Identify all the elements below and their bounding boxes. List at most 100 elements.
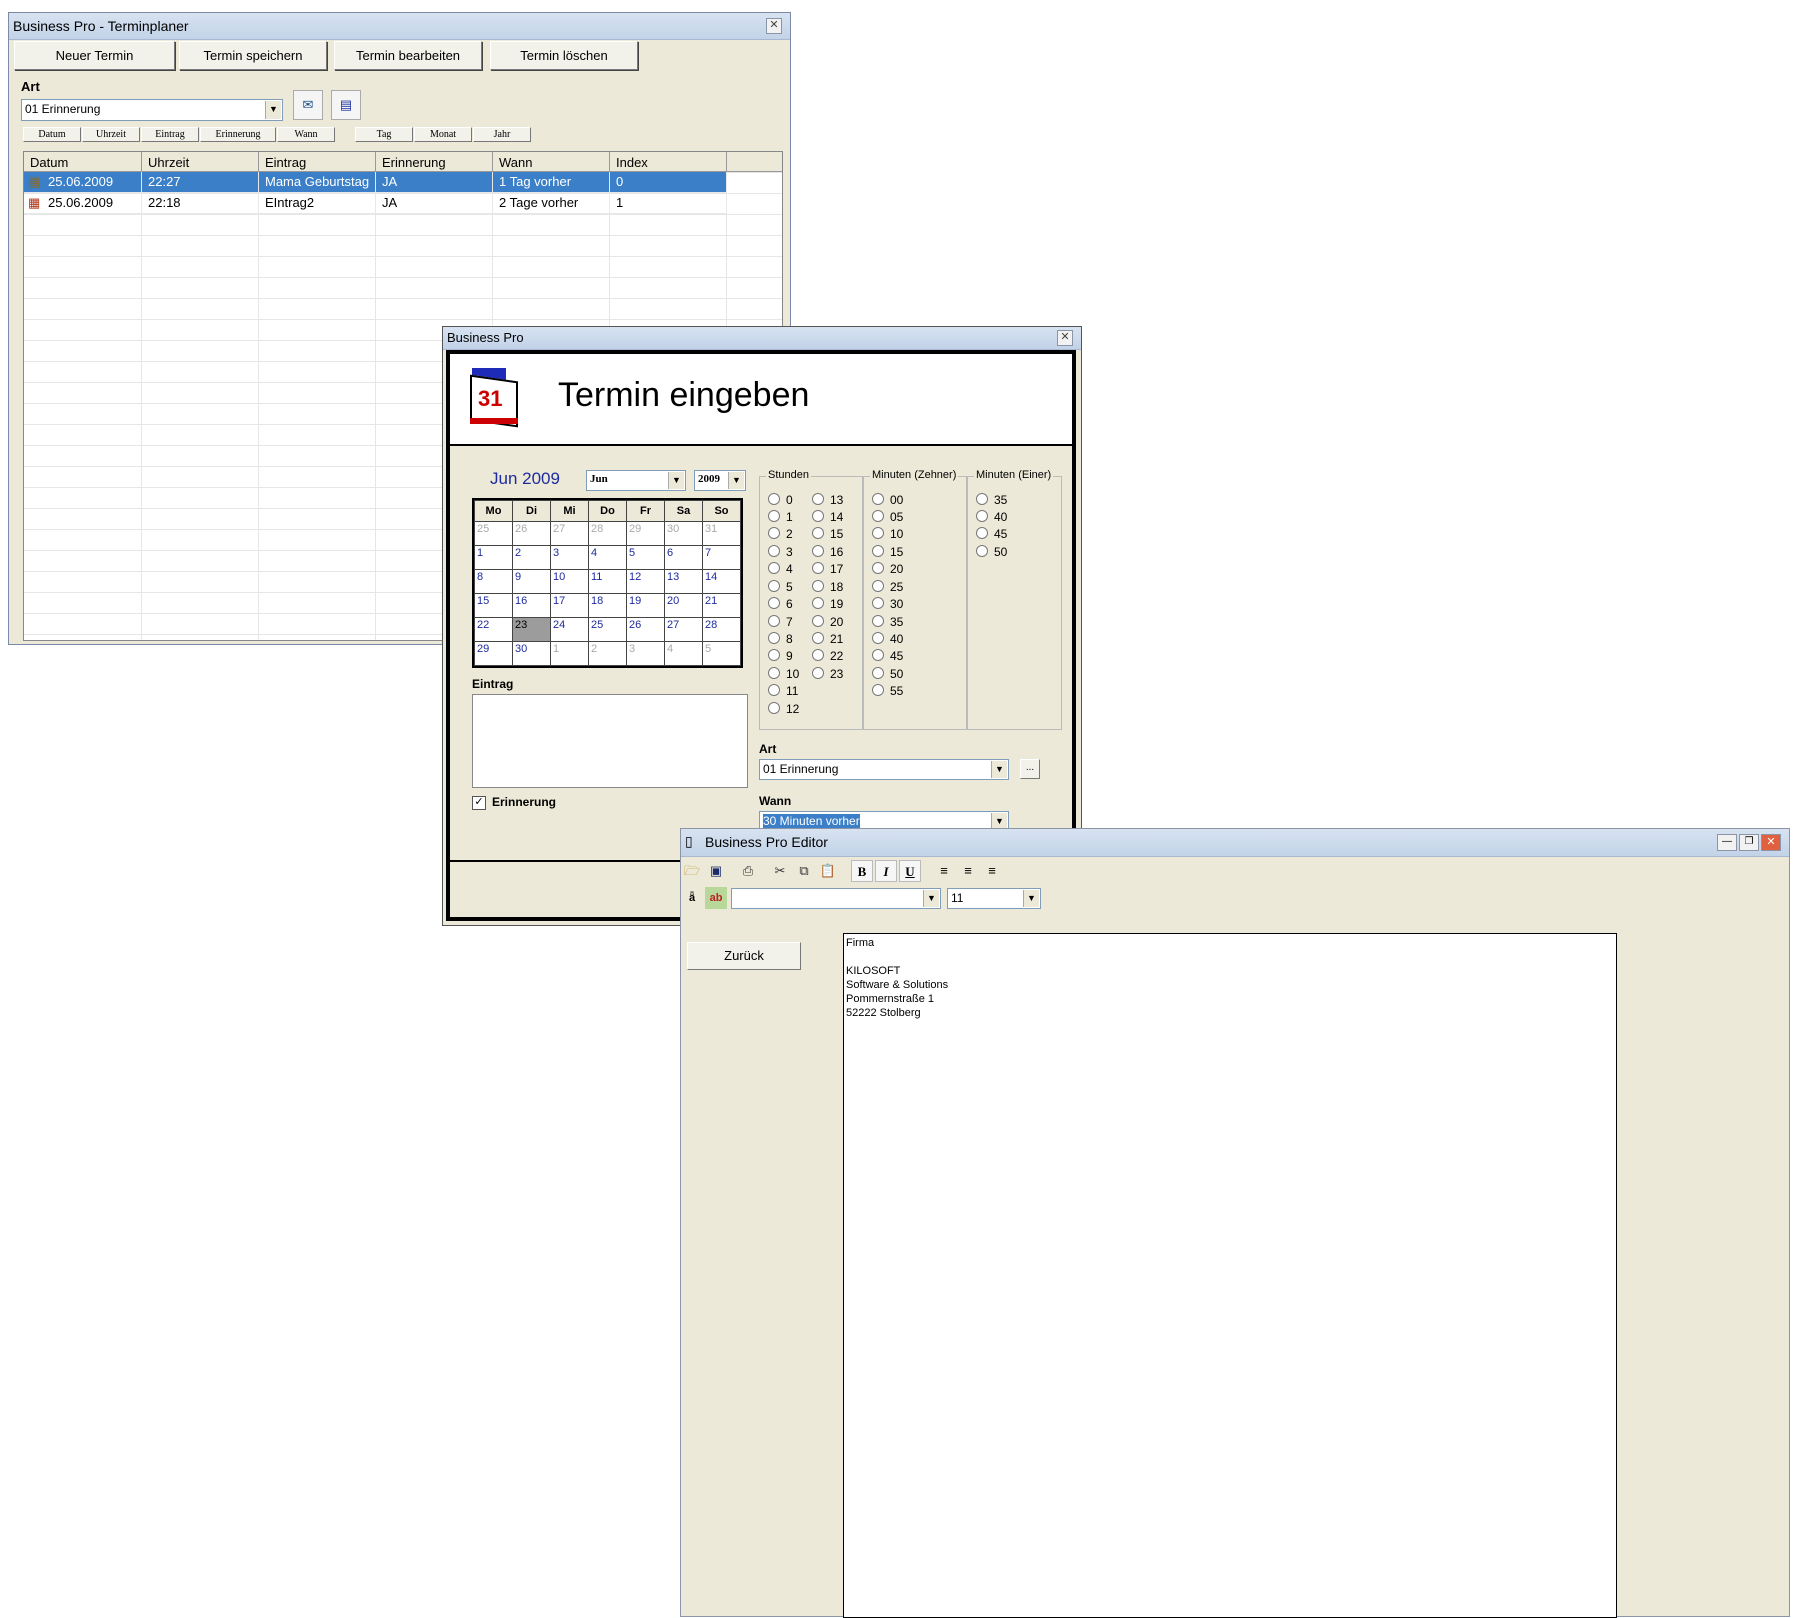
calendar-day[interactable]: 16	[512, 593, 551, 618]
termin-titlebar[interactable]: Business Pro ✕	[443, 327, 1081, 350]
minute-radio[interactable]: 00	[872, 493, 903, 507]
calendar-day[interactable]: 3	[550, 545, 589, 570]
calendar-day[interactable]: 29	[474, 641, 513, 666]
calendar-day[interactable]: 22	[474, 617, 513, 642]
calendar-day[interactable]: 11	[588, 569, 627, 594]
sort-datum-button[interactable]: Datum	[23, 127, 81, 142]
table-cell[interactable]: JA	[376, 172, 493, 193]
minute-radio[interactable]: 15	[872, 545, 903, 559]
table-cell[interactable]: 1	[610, 193, 727, 214]
minute-radio[interactable]: 50	[976, 545, 1007, 559]
calendar-day[interactable]: 14	[702, 569, 741, 594]
table-cell[interactable]: 22:27	[142, 172, 259, 193]
hour-radio[interactable]: 8	[768, 632, 793, 646]
calendar-day[interactable]: 6	[664, 545, 703, 570]
art-select[interactable]: 01 Erinnerung ▼	[21, 99, 283, 121]
sort-uhrzeit-button[interactable]: Uhrzeit	[82, 127, 140, 142]
art-more-button[interactable]: ...	[1020, 759, 1040, 779]
column-header-erinnerung[interactable]: Erinnerung	[376, 152, 493, 172]
minute-radio[interactable]: 55	[872, 684, 903, 698]
month-calendar[interactable]: Mo Di Mi Do Fr Sa So 25 26 27 28 29 30 3…	[472, 498, 743, 668]
table-cell[interactable]: Mama Geburtstag	[259, 172, 376, 193]
align-center-icon[interactable]: ≡	[957, 860, 979, 882]
sort-eintrag-button[interactable]: Eintrag	[141, 127, 199, 142]
hour-radio[interactable]: 14	[812, 510, 843, 524]
sort-jahr-button[interactable]: Jahr	[473, 127, 531, 142]
chevron-down-icon[interactable]: ▼	[668, 472, 684, 489]
table-cell[interactable]: 2 Tage vorher	[493, 193, 610, 214]
hour-radio[interactable]: 20	[812, 615, 843, 629]
terminplaner-titlebar[interactable]: Business Pro - Terminplaner ✕	[9, 13, 790, 40]
minute-radio[interactable]: 40	[872, 632, 903, 646]
hour-radio[interactable]: 5	[768, 580, 793, 594]
import-icon[interactable]: ✉	[293, 90, 323, 120]
minute-radio[interactable]: 35	[976, 493, 1007, 507]
sort-wann-button[interactable]: Wann	[277, 127, 335, 142]
calendar-day[interactable]: 12	[626, 569, 665, 594]
calendar-day[interactable]: 1	[550, 641, 589, 666]
month-select[interactable]: Jun ▼	[586, 470, 686, 491]
calendar-day[interactable]: 10	[550, 569, 589, 594]
calendar-day[interactable]: 8	[474, 569, 513, 594]
calendar-day[interactable]: 31	[702, 521, 741, 546]
close-icon[interactable]: ✕	[766, 18, 782, 34]
calendar-day[interactable]: 15	[474, 593, 513, 618]
highlight-icon[interactable]: ab	[705, 887, 727, 909]
hour-radio[interactable]: 0	[768, 493, 793, 507]
hour-radio[interactable]: 11	[768, 684, 798, 698]
calendar-day[interactable]: 9	[512, 569, 551, 594]
save-file-icon[interactable]: ▤	[331, 90, 361, 120]
calendar-day[interactable]: 27	[550, 521, 589, 546]
hour-radio[interactable]: 17	[812, 562, 843, 576]
minute-radio[interactable]: 10	[872, 527, 903, 541]
calendar-day[interactable]: 4	[588, 545, 627, 570]
table-cell[interactable]: EIntrag2	[259, 193, 376, 214]
minute-radio[interactable]: 05	[872, 510, 903, 524]
column-header-eintrag[interactable]: Eintrag	[259, 152, 376, 172]
table-cell[interactable]: 25.06.2009	[24, 172, 142, 193]
table-cell[interactable]: 0	[610, 172, 727, 193]
chevron-down-icon[interactable]: ▼	[991, 761, 1007, 778]
underline-button[interactable]: U	[899, 860, 921, 882]
calendar-day[interactable]: 3	[626, 641, 665, 666]
hour-radio[interactable]: 1	[768, 510, 793, 524]
minute-radio[interactable]: 25	[872, 580, 903, 594]
calendar-day[interactable]: 26	[626, 617, 665, 642]
hour-radio[interactable]: 4	[768, 562, 793, 576]
open-folder-icon[interactable]: 🗁	[681, 860, 703, 882]
print-icon[interactable]: ⎙	[737, 860, 759, 882]
minute-radio[interactable]: 20	[872, 562, 903, 576]
column-header-uhrzeit[interactable]: Uhrzeit	[142, 152, 259, 172]
erinnerung-checkbox[interactable]: ✓	[472, 796, 486, 810]
table-cell[interactable]: 22:18	[142, 193, 259, 214]
calendar-day[interactable]: 2	[588, 641, 627, 666]
font-family-select[interactable]: ▼	[731, 888, 941, 909]
document-editor[interactable]: Firma KILOSOFT Software & Solutions Pomm…	[843, 933, 1617, 1618]
calendar-day[interactable]: 7	[702, 545, 741, 570]
minute-radio[interactable]: 30	[872, 597, 903, 611]
calendar-day[interactable]: 25	[588, 617, 627, 642]
minute-radio[interactable]: 35	[872, 615, 903, 629]
calendar-day[interactable]: 4	[664, 641, 703, 666]
sort-erinnerung-button[interactable]: Erinnerung	[200, 127, 276, 142]
termin-bearbeiten-button[interactable]: Termin bearbeiten	[334, 41, 482, 70]
hour-radio[interactable]: 3	[768, 545, 793, 559]
restore-icon[interactable]: ❐	[1739, 834, 1759, 851]
column-header-index[interactable]: Index	[610, 152, 727, 172]
font-size-select[interactable]: 11 ▼	[947, 888, 1041, 909]
calendar-day[interactable]: 26	[512, 521, 551, 546]
chevron-down-icon[interactable]: ▼	[265, 101, 281, 119]
hour-radio[interactable]: 9	[768, 649, 793, 663]
minimize-icon[interactable]: —	[1717, 834, 1737, 851]
hour-radio[interactable]: 19	[812, 597, 843, 611]
align-right-icon[interactable]: ≡	[981, 860, 1003, 882]
calendar-day[interactable]: 20	[664, 593, 703, 618]
minute-radio[interactable]: 45	[872, 649, 903, 663]
calendar-day[interactable]: 28	[588, 521, 627, 546]
table-cell[interactable]: JA	[376, 193, 493, 214]
termin-speichern-button[interactable]: Termin speichern	[179, 41, 327, 70]
column-header-datum[interactable]: Datum	[24, 152, 142, 172]
table-cell[interactable]: 25.06.2009	[24, 193, 142, 214]
minute-radio[interactable]: 40	[976, 510, 1007, 524]
hour-radio[interactable]: 13	[812, 493, 843, 507]
